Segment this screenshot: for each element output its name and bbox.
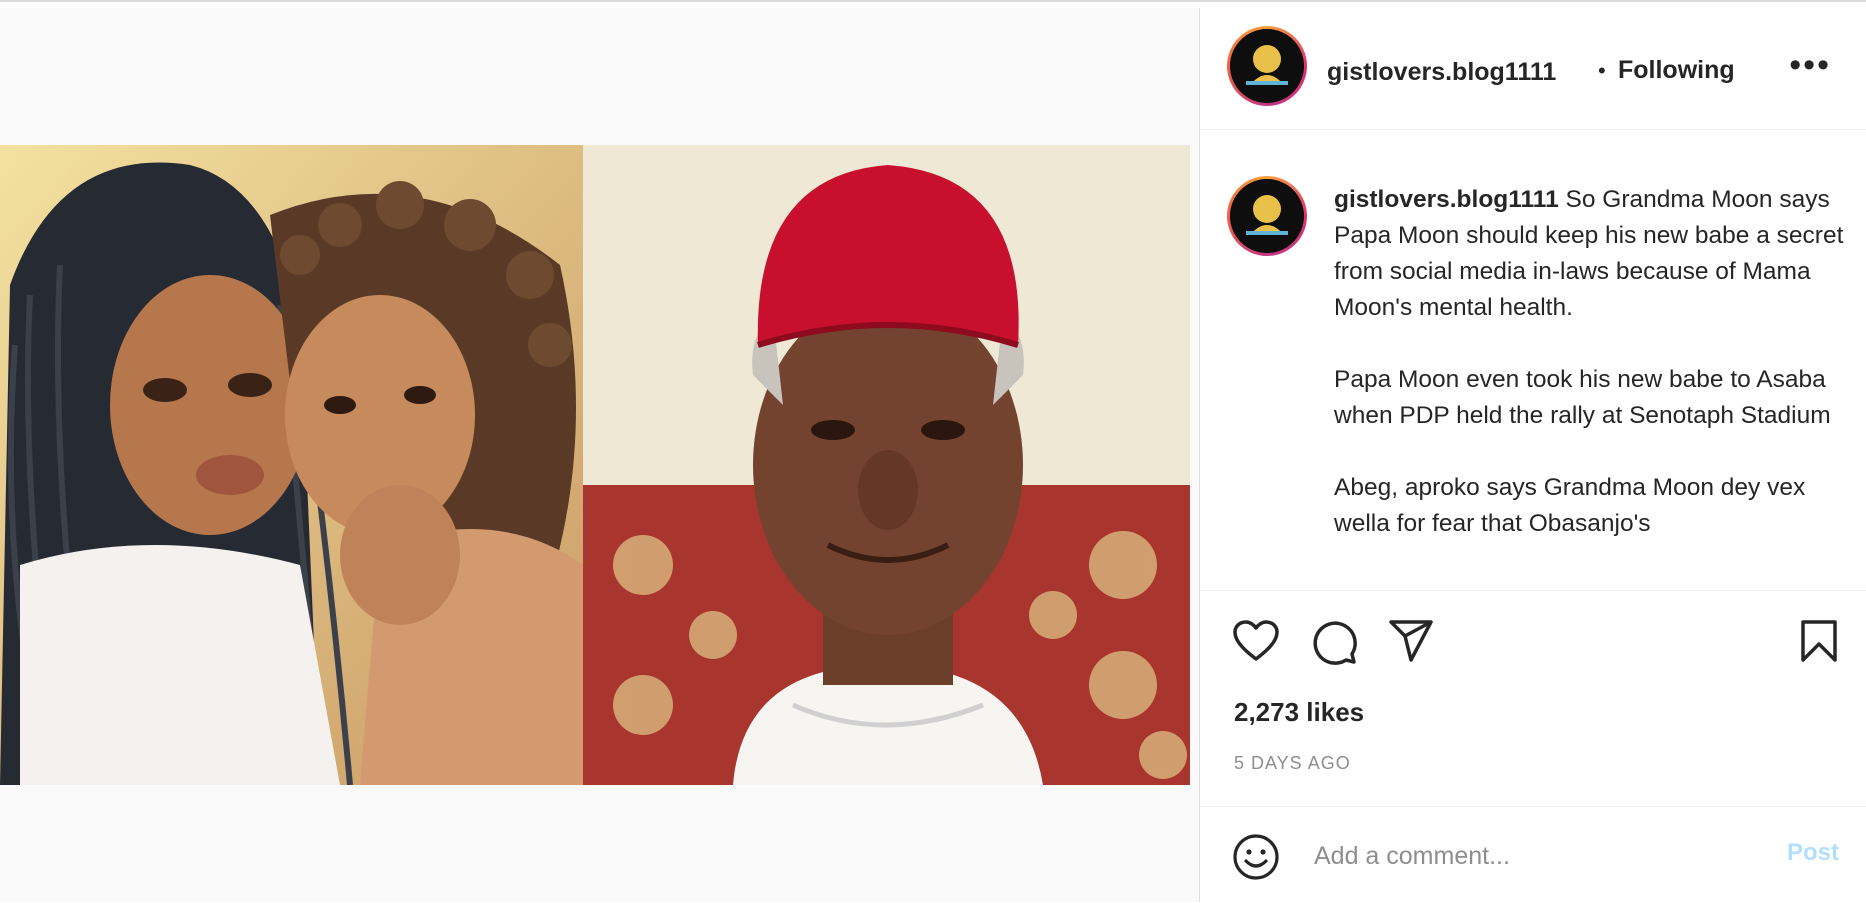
post-modal: gistlovers.blog1111 • Following ••• gist… xyxy=(0,0,1866,902)
caption-area: gistlovers.blog1111 So Grandma Moon says… xyxy=(1200,130,1866,590)
caption-paragraph: Papa Moon even took his new babe to Asab… xyxy=(1334,366,1831,429)
following-button[interactable]: Following xyxy=(1618,56,1735,85)
comment-bar: Post xyxy=(1200,806,1866,903)
caption-username[interactable]: gistlovers.blog1111 xyxy=(1334,186,1559,213)
women-illustration xyxy=(0,145,583,785)
post-image-right-man xyxy=(583,145,1190,785)
caption-avatar-image xyxy=(1230,179,1304,253)
caption-avatar[interactable] xyxy=(1227,176,1307,256)
post-image[interactable] xyxy=(0,145,1190,785)
separator-dot: • xyxy=(1598,58,1606,83)
avatar[interactable] xyxy=(1227,26,1307,106)
avatar-image xyxy=(1230,29,1304,103)
caption-paragraph: Abeg, aproko says Grandma Moon dey vex w… xyxy=(1334,474,1806,537)
emoji-smiley-icon[interactable] xyxy=(1232,833,1280,881)
post-actions: 2,273 likes 5 DAYS AGO xyxy=(1200,590,1866,807)
post-timestamp[interactable]: 5 DAYS AGO xyxy=(1234,753,1351,774)
man-illustration xyxy=(583,145,1190,785)
caption-text: gistlovers.blog1111 So Grandma Moon says… xyxy=(1334,182,1854,578)
caption-paragraph: gistlovers.blog1111 So Grandma Moon says… xyxy=(1334,186,1844,321)
media-pane xyxy=(0,8,1198,902)
likes-count[interactable]: 2,273 likes xyxy=(1234,697,1364,728)
post-header: gistlovers.blog1111 • Following ••• xyxy=(1200,8,1866,130)
post-comment-button[interactable]: Post xyxy=(1787,839,1839,867)
like-heart-icon[interactable] xyxy=(1232,619,1280,663)
comment-bubble-icon[interactable] xyxy=(1311,619,1357,665)
post-image-left-women xyxy=(0,145,583,785)
header-username[interactable]: gistlovers.blog1111 xyxy=(1327,58,1556,87)
comment-input[interactable] xyxy=(1312,835,1746,877)
more-options-icon[interactable]: ••• xyxy=(1789,48,1831,82)
save-bookmark-icon[interactable] xyxy=(1800,619,1838,663)
share-paper-plane-icon[interactable] xyxy=(1388,619,1434,663)
post-details-pane: gistlovers.blog1111 • Following ••• gist… xyxy=(1199,8,1866,902)
